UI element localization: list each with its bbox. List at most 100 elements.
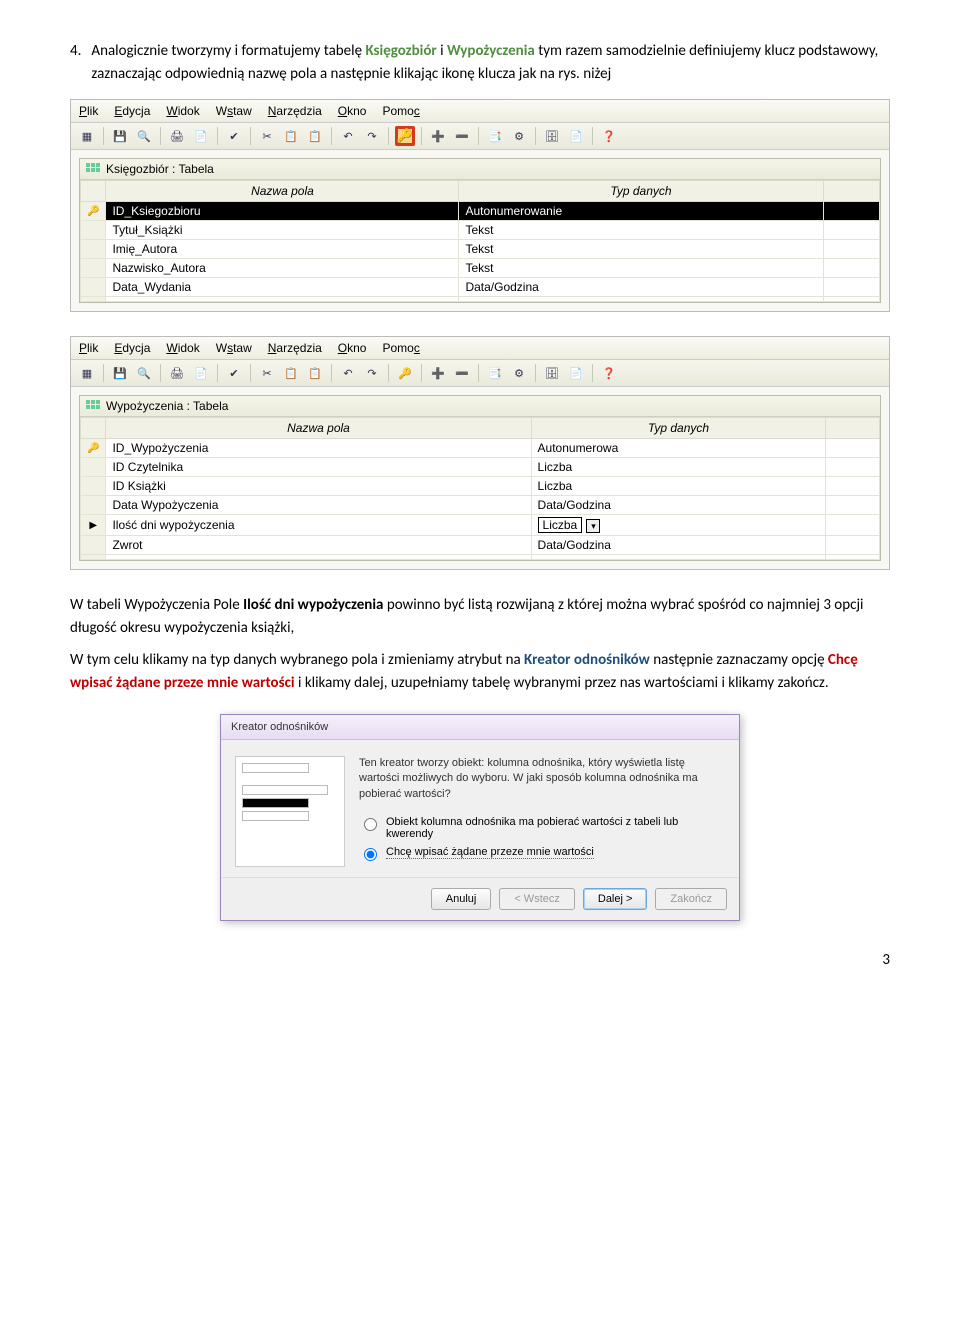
table-row[interactable]: ▶ Ilość dni wypożyczenia Liczba▾ — [81, 515, 880, 536]
menu-edycja[interactable]: Edycja — [114, 341, 150, 355]
table-icon — [86, 163, 100, 175]
intro-paragraph: 4. Analogicznie tworzymy i formatujemy t… — [70, 40, 890, 85]
delete-row-icon[interactable]: ➖ — [452, 363, 472, 383]
cut-icon[interactable]: ✂ — [257, 363, 277, 383]
menu-plik[interactable]: Plik — [79, 341, 98, 355]
save-icon[interactable]: 💾 — [110, 126, 130, 146]
col-type: Typ danych — [459, 181, 823, 202]
page-number: 3 — [70, 951, 890, 969]
table-design-panel: Wypożyczenia : Tabela Nazwa pola Typ dan… — [79, 395, 881, 561]
delete-row-icon[interactable]: ➖ — [452, 126, 472, 146]
search-icon[interactable]: 🔍 — [134, 126, 154, 146]
redo-icon[interactable]: ↷ — [362, 363, 382, 383]
cut-icon[interactable]: ✂ — [257, 126, 277, 146]
table-row[interactable] — [81, 297, 880, 302]
insert-row-icon[interactable]: ➕ — [428, 363, 448, 383]
db-icon[interactable]: 🗄 — [542, 363, 562, 383]
properties-icon[interactable]: 📑 — [485, 363, 505, 383]
preview-icon[interactable]: 📄 — [191, 363, 211, 383]
print-icon[interactable]: 🖨 — [167, 126, 187, 146]
copy-icon[interactable]: 📋 — [281, 363, 301, 383]
back-button: < Wstecz — [499, 888, 575, 910]
table-row[interactable]: Imię_Autora Tekst — [81, 240, 880, 259]
table-row[interactable]: Data_Wydania Data/Godzina — [81, 278, 880, 297]
panel-title: Wypożyczenia : Tabela — [106, 399, 228, 413]
copy-icon[interactable]: 📋 — [281, 126, 301, 146]
menu-pomoc[interactable]: Pomoc — [382, 341, 419, 355]
redo-icon[interactable]: ↷ — [362, 126, 382, 146]
next-button[interactable]: Dalej > — [583, 888, 648, 910]
radio-label: Obiekt kolumna odnośnika ma pobierać war… — [386, 816, 725, 840]
search-icon[interactable]: 🔍 — [134, 363, 154, 383]
menu-narzedzia[interactable]: Narzędzia — [268, 341, 322, 355]
table-name-1: Księgozbiór — [365, 42, 436, 60]
table-row[interactable]: 🔑 ID_Ksiegozbioru Autonumerowanie — [81, 202, 880, 221]
table-row[interactable]: ID Czytelnika Liczba — [81, 458, 880, 477]
design-grid: Nazwa pola Typ danych 🔑 ID_Wypożyczenia … — [80, 417, 880, 560]
radio-input[interactable] — [364, 818, 377, 831]
intro-text: Analogicznie tworzymy i formatujemy tabe… — [91, 40, 890, 85]
col-name: Nazwa pola — [106, 181, 459, 202]
builder-icon[interactable]: ⚙ — [509, 126, 529, 146]
table-row[interactable]: Tytuł_Książki Tekst — [81, 221, 880, 240]
paste-icon[interactable]: 📋 — [305, 363, 325, 383]
spell-icon[interactable]: ✔ — [224, 126, 244, 146]
cancel-button[interactable]: Anuluj — [431, 888, 492, 910]
menu-narzedzia[interactable]: Narzędzia — [268, 104, 322, 118]
panel-header: Wypożyczenia : Tabela — [80, 396, 880, 417]
help-icon[interactable]: ❓ — [599, 363, 619, 383]
menu-widok[interactable]: Widok — [166, 104, 199, 118]
col-type: Typ danych — [531, 418, 826, 439]
help-icon[interactable]: ❓ — [599, 126, 619, 146]
table-row[interactable]: Nazwisko_Autora Tekst — [81, 259, 880, 278]
wizard-preview — [235, 756, 345, 867]
table-row[interactable] — [81, 555, 880, 560]
radio-label: Chcę wpisać żądane przeze mnie wartości — [386, 846, 594, 859]
toolbar: ▦ 💾 🔍 🖨 📄 ✔ ✂ 📋 📋 ↶ ↷ 🔑 ➕ ➖ 📑 ⚙ 🗄 📄 ❓ — [71, 360, 889, 387]
table-row[interactable]: ID Książki Liczba — [81, 477, 880, 496]
table-row[interactable]: Data Wypożyczenia Data/Godzina — [81, 496, 880, 515]
preview-icon[interactable]: 📄 — [191, 126, 211, 146]
grid-icon[interactable]: ▦ — [77, 363, 97, 383]
col-name: Nazwa pola — [106, 418, 531, 439]
wizard-buttons: Anuluj < Wstecz Dalej > Zakończ — [221, 877, 739, 920]
menu-pomoc[interactable]: Pomoc — [382, 104, 419, 118]
dropdown-icon[interactable]: ▾ — [586, 519, 600, 533]
wizard-description: Ten kreator tworzy obiekt: kolumna odnoś… — [359, 756, 725, 802]
new-icon[interactable]: 📄 — [566, 126, 586, 146]
radio-option-1[interactable]: Obiekt kolumna odnośnika ma pobierać war… — [359, 816, 725, 840]
undo-icon[interactable]: ↶ — [338, 363, 358, 383]
primary-key-icon[interactable]: 🔑 — [395, 126, 415, 146]
menu-wstaw[interactable]: Wstaw — [216, 341, 252, 355]
grid-icon[interactable]: ▦ — [77, 126, 97, 146]
menu-widok[interactable]: Widok — [166, 341, 199, 355]
table-design-panel: Księgozbiór : Tabela Nazwa pola Typ dany… — [79, 158, 881, 303]
menu-edycja[interactable]: Edycja — [114, 104, 150, 118]
db-icon[interactable]: 🗄 — [542, 126, 562, 146]
radio-option-2[interactable]: Chcę wpisać żądane przeze mnie wartości — [359, 846, 725, 861]
menu-okno[interactable]: Okno — [338, 104, 367, 118]
toolbar: ▦ 💾 🔍 🖨 📄 ✔ ✂ 📋 📋 ↶ ↷ 🔑 ➕ ➖ 📑 ⚙ 🗄 📄 ❓ — [71, 123, 889, 150]
menubar: Plik Edycja Widok Wstaw Narzędzia Okno P… — [71, 100, 889, 123]
menubar: Plik Edycja Widok Wstaw Narzędzia Okno P… — [71, 337, 889, 360]
wizard-dialog: Kreator odnośników Ten kreator tworzy ob… — [220, 714, 740, 921]
undo-icon[interactable]: ↶ — [338, 126, 358, 146]
radio-input[interactable] — [364, 848, 377, 861]
menu-plik[interactable]: Plik — [79, 104, 98, 118]
design-grid: Nazwa pola Typ danych 🔑 ID_Ksiegozbioru … — [80, 180, 880, 302]
app-screenshot-1: Plik Edycja Widok Wstaw Narzędzia Okno P… — [70, 99, 890, 312]
insert-row-icon[interactable]: ➕ — [428, 126, 448, 146]
kreator-text: Kreator odnośników — [524, 651, 650, 669]
spell-icon[interactable]: ✔ — [224, 363, 244, 383]
primary-key-icon[interactable]: 🔑 — [395, 363, 415, 383]
menu-wstaw[interactable]: Wstaw — [216, 104, 252, 118]
builder-icon[interactable]: ⚙ — [509, 363, 529, 383]
print-icon[interactable]: 🖨 — [167, 363, 187, 383]
table-row[interactable]: Zwrot Data/Godzina — [81, 536, 880, 555]
new-icon[interactable]: 📄 — [566, 363, 586, 383]
table-row[interactable]: 🔑 ID_Wypożyczenia Autonumerowa — [81, 439, 880, 458]
save-icon[interactable]: 💾 — [110, 363, 130, 383]
menu-okno[interactable]: Okno — [338, 341, 367, 355]
paste-icon[interactable]: 📋 — [305, 126, 325, 146]
properties-icon[interactable]: 📑 — [485, 126, 505, 146]
